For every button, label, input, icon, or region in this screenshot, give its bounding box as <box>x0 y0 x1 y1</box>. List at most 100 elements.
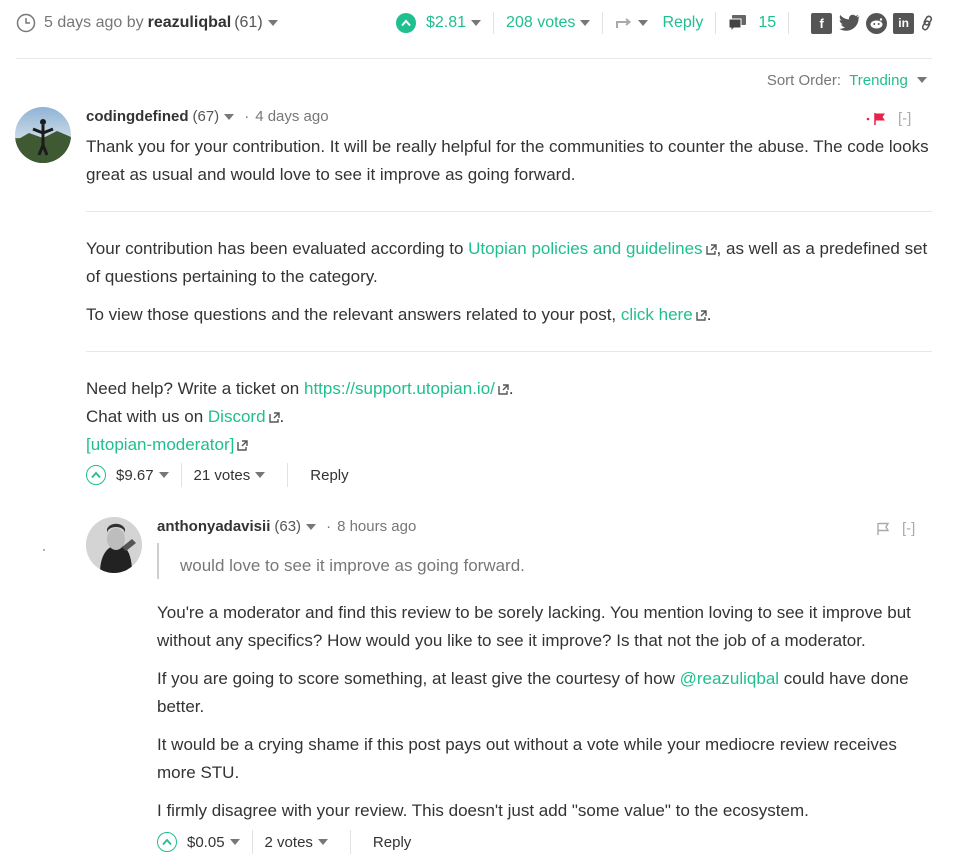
flag-icon[interactable] <box>866 112 886 126</box>
quote-text: would love to see it improve as going fo… <box>180 556 525 575</box>
clock-icon <box>16 13 36 33</box>
divider <box>251 830 253 854</box>
post-author[interactable]: reazuliqbal <box>148 14 232 32</box>
comment-tools: [-] <box>876 520 915 537</box>
avatar[interactable] <box>15 107 71 163</box>
text: . <box>706 305 712 324</box>
comment-author-rep: (63) <box>274 518 302 535</box>
comment-author-rep: (67) <box>192 108 220 125</box>
collapse-toggle[interactable]: [-] <box>898 110 911 127</box>
link-icon[interactable] <box>920 15 934 31</box>
flag-icon[interactable] <box>876 522 890 536</box>
comment-votes[interactable]: 2 votes <box>265 834 313 851</box>
author-dropdown-caret[interactable] <box>224 113 235 120</box>
support-link[interactable]: https://support.utopian.io/ <box>304 379 495 398</box>
header-divider <box>16 58 932 59</box>
resteem-dropdown-caret[interactable] <box>638 20 649 26</box>
post-comment-count[interactable]: 15 <box>758 14 776 32</box>
avatar[interactable] <box>86 517 142 573</box>
post-payout[interactable]: $2.81 <box>426 14 466 32</box>
divider <box>180 463 182 487</box>
comment-body: Need help? Write a ticket on https://sup… <box>86 375 936 459</box>
separator-dot: · <box>244 108 250 125</box>
comment-time[interactable]: 4 days ago <box>255 108 328 125</box>
text: Need help? Write a ticket on <box>86 379 304 398</box>
linkedin-icon[interactable]: in <box>893 12 915 34</box>
comment-tools: [-] <box>866 110 911 127</box>
blockquote: would love to see it improve as going fo… <box>157 543 525 579</box>
votes-dropdown-caret[interactable] <box>255 472 266 478</box>
upvote-icon[interactable] <box>157 832 177 852</box>
external-link-icon <box>237 440 249 451</box>
comment-paragraph: Need help? Write a ticket on https://sup… <box>86 375 936 403</box>
text: If you are going to score something, at … <box>157 669 680 688</box>
comment-paragraph: Your contribution has been evaluated acc… <box>86 235 936 291</box>
votes-dropdown-caret[interactable] <box>317 839 328 845</box>
comment-payout[interactable]: $0.05 <box>187 834 225 851</box>
resteem-icon[interactable] <box>615 16 633 30</box>
comment-author[interactable]: codingdefined <box>86 108 189 125</box>
thread-dot <box>43 549 45 551</box>
facebook-icon[interactable]: f <box>811 12 833 34</box>
comment-divider <box>86 351 932 352</box>
post-votes[interactable]: 208 votes <box>506 14 575 32</box>
comment-author[interactable]: anthonyadavisii <box>157 518 270 535</box>
author-dropdown-caret[interactable] <box>267 20 278 26</box>
comment-votes[interactable]: 21 votes <box>194 467 251 484</box>
payout-dropdown-caret[interactable] <box>471 20 482 26</box>
sort-order-select[interactable]: Trending <box>849 72 908 89</box>
comment-paragraph: Thank you for your contribution. It will… <box>86 137 929 184</box>
post-time-text: 5 days ago by <box>44 14 144 31</box>
comment-paragraph: I firmly disagree with your review. This… <box>157 801 809 820</box>
twitter-icon[interactable] <box>838 14 860 32</box>
comment-footer: $0.05 2 votes Reply <box>157 830 411 854</box>
divider <box>287 463 289 487</box>
payout-dropdown-caret[interactable] <box>158 472 169 478</box>
post-author-rep: (61) <box>234 14 263 31</box>
comment-body: You're a moderator and find this review … <box>157 599 932 655</box>
comment-body: To view those questions and the relevant… <box>86 301 936 329</box>
sort-order: Sort Order: Trending <box>767 72 927 89</box>
comment-payout[interactable]: $9.67 <box>116 467 154 484</box>
sort-dropdown-caret[interactable] <box>917 77 927 83</box>
click-here-link[interactable]: click here <box>621 305 693 324</box>
separator-dot: · <box>326 518 332 535</box>
upvote-icon[interactable] <box>86 465 106 485</box>
comment-body: I firmly disagree with your review. This… <box>157 797 932 825</box>
comment-paragraph: You're a moderator and find this review … <box>157 603 911 650</box>
reply-button[interactable]: Reply <box>373 834 411 851</box>
comment-body: Thank you for your contribution. It will… <box>86 133 936 189</box>
reply-button[interactable]: Reply <box>310 467 348 484</box>
post-reply-link[interactable]: Reply <box>662 14 703 32</box>
text: . <box>279 407 285 426</box>
comment-body: It would be a crying shame if this post … <box>157 731 932 787</box>
comments-icon[interactable] <box>728 14 748 32</box>
external-link-icon <box>268 412 280 423</box>
reddit-icon[interactable] <box>866 12 888 34</box>
author-dropdown-caret[interactable] <box>306 523 317 530</box>
utopian-guidelines-link[interactable]: Utopian policies and guidelines <box>468 239 702 258</box>
external-link-icon <box>705 244 717 255</box>
divider <box>602 12 604 34</box>
post-actions: $2.81 208 votes Reply 15 f in <box>396 0 934 46</box>
votes-dropdown-caret[interactable] <box>580 20 591 26</box>
comment-paragraph: [utopian-moderator] <box>86 431 936 459</box>
divider <box>493 12 495 34</box>
share-links: f in <box>811 12 934 34</box>
discord-link[interactable]: Discord <box>208 407 266 426</box>
text: To view those questions and the relevant… <box>86 305 621 324</box>
payout-dropdown-caret[interactable] <box>229 839 240 845</box>
external-link-icon <box>695 310 707 321</box>
upvote-icon[interactable] <box>396 13 416 33</box>
user-mention-link[interactable]: @reazuliqbal <box>680 669 779 688</box>
comment-paragraph: To view those questions and the relevant… <box>86 301 936 329</box>
comment-body: Your contribution has been evaluated acc… <box>86 235 936 291</box>
text: . <box>508 379 514 398</box>
comment-paragraph: It would be a crying shame if this post … <box>157 735 897 782</box>
utopian-moderator-link[interactable]: [utopian-moderator] <box>86 435 234 454</box>
comment-footer: $9.67 21 votes Reply <box>86 463 349 487</box>
comment-header: anthonyadavisii (63) · 8 hours ago <box>157 518 416 535</box>
collapse-toggle[interactable]: [-] <box>902 520 915 537</box>
comment-time[interactable]: 8 hours ago <box>337 518 416 535</box>
external-link-icon <box>498 384 509 395</box>
